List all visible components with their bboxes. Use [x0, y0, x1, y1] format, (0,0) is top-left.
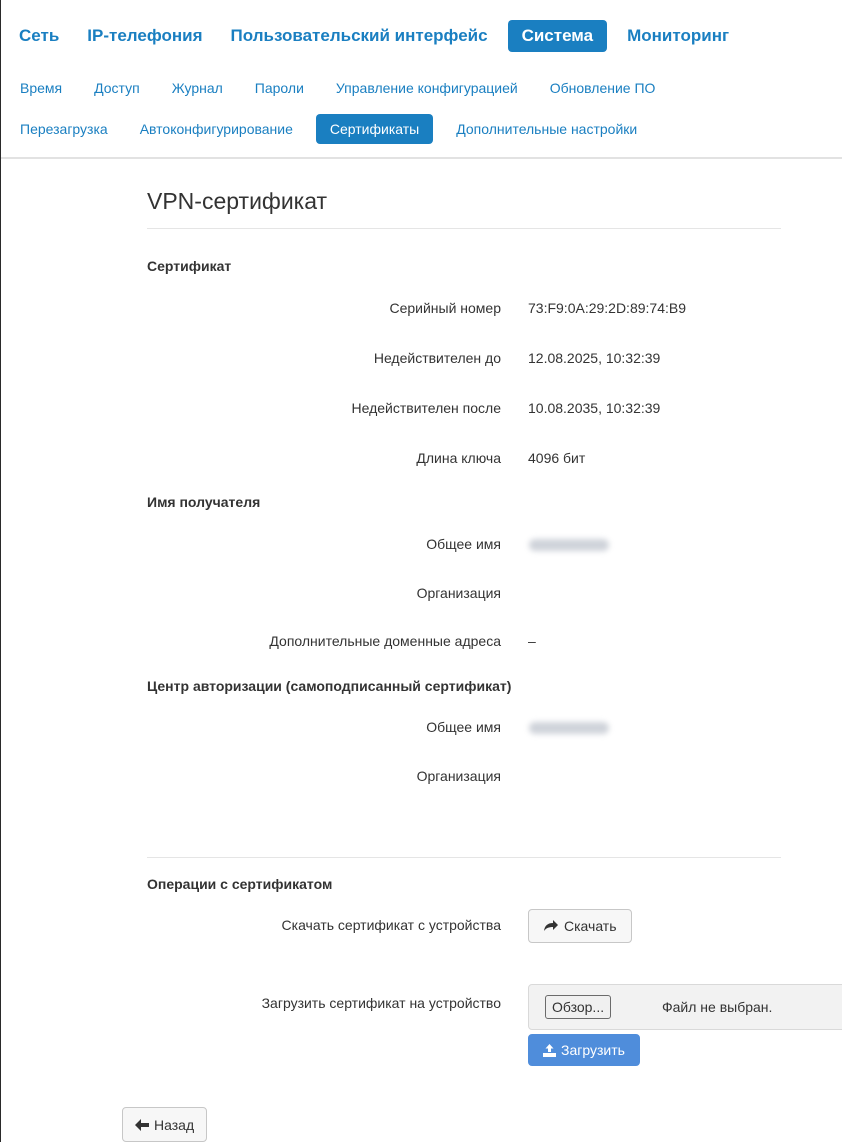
- subject-common-name-label: Общее имя: [426, 536, 501, 552]
- upload-button[interactable]: Загрузить: [528, 1034, 640, 1066]
- back-button[interactable]: Назад: [122, 1107, 208, 1142]
- issuer-heading: Центр авторизации (самоподписанный серти…: [147, 678, 512, 694]
- alt-names-value: –: [528, 633, 536, 649]
- not-after-label: Недействителен после: [351, 400, 501, 416]
- back-button-label: Назад: [154, 1116, 195, 1133]
- download-button[interactable]: Скачать: [528, 909, 632, 943]
- not-before-label: Недействителен до: [373, 350, 501, 366]
- subject-heading: Имя получателя: [147, 494, 261, 510]
- sub-nav-row-2: Перезагрузка Автоконфигурирование Сертиф…: [11, 114, 660, 144]
- subject-common-name-value-redacted: [529, 539, 609, 551]
- sub-nav-advanced-settings[interactable]: Дополнительные настройки: [447, 114, 646, 144]
- sub-nav-autoconfig[interactable]: Автоконфигурирование: [131, 114, 302, 144]
- title-divider: [147, 228, 781, 229]
- upload-label: Загрузить сертификат на устройство: [261, 995, 501, 1011]
- issuer-common-name-value-redacted: [529, 722, 609, 734]
- file-status: Файл не выбран.: [662, 999, 773, 1015]
- sub-nav-passwords[interactable]: Пароли: [246, 73, 313, 103]
- nav-divider: [1, 157, 842, 159]
- issuer-common-name-label: Общее имя: [426, 719, 501, 735]
- operations-divider: [147, 857, 781, 858]
- sub-nav-config-management[interactable]: Управление конфигурацией: [327, 73, 527, 103]
- top-nav-system[interactable]: Система: [507, 20, 608, 52]
- sub-nav-firmware-update[interactable]: Обновление ПО: [541, 73, 665, 103]
- top-nav-network[interactable]: Сеть: [11, 20, 67, 52]
- top-nav: Сеть IP-телефония Пользовательский интер…: [11, 20, 749, 52]
- file-input[interactable]: Обзор... Файл не выбран.: [528, 984, 842, 1030]
- operations-heading: Операции с сертификатом: [147, 876, 333, 892]
- browse-button[interactable]: Обзор...: [545, 995, 612, 1019]
- page-title: VPN-сертификат: [147, 188, 328, 214]
- not-before-value: 12.08.2025, 10:32:39: [528, 350, 661, 366]
- page: Сеть IP-телефония Пользовательский интер…: [0, 0, 842, 1142]
- top-nav-user-interface[interactable]: Пользовательский интерфейс: [223, 20, 496, 52]
- top-nav-monitoring[interactable]: Мониторинг: [619, 20, 737, 52]
- sub-nav-time[interactable]: Время: [11, 73, 71, 103]
- not-after-value: 10.08.2035, 10:32:39: [528, 400, 661, 416]
- sub-nav-access[interactable]: Доступ: [85, 73, 149, 103]
- issuer-organization-label: Организация: [416, 768, 501, 784]
- subject-organization-label: Организация: [416, 585, 501, 601]
- certificate-heading: Сертификат: [147, 258, 232, 274]
- sub-nav-certificates[interactable]: Сертификаты: [315, 114, 434, 144]
- arrow-left-icon: [135, 1118, 149, 1131]
- upload-button-label: Загрузить: [561, 1042, 625, 1058]
- download-label: Скачать сертификат с устройства: [281, 917, 501, 933]
- sub-nav-log[interactable]: Журнал: [163, 73, 232, 103]
- sub-nav-reboot[interactable]: Перезагрузка: [11, 114, 117, 144]
- download-button-label: Скачать: [564, 918, 617, 934]
- top-nav-ip-telephony[interactable]: IP-телефония: [79, 20, 210, 52]
- key-length-value: 4096 бит: [528, 450, 586, 466]
- key-length-label: Длина ключа: [416, 450, 501, 466]
- alt-names-label: Дополнительные доменные адреса: [269, 633, 501, 649]
- share-arrow-icon: [543, 919, 559, 933]
- serial-number-label: Серийный номер: [389, 300, 501, 316]
- serial-number-value: 73:F9:0A:29:2D:89:74:B9: [528, 300, 686, 316]
- upload-icon: [543, 1043, 556, 1057]
- sub-nav-row-1: Время Доступ Журнал Пароли Управление ко…: [11, 73, 678, 103]
